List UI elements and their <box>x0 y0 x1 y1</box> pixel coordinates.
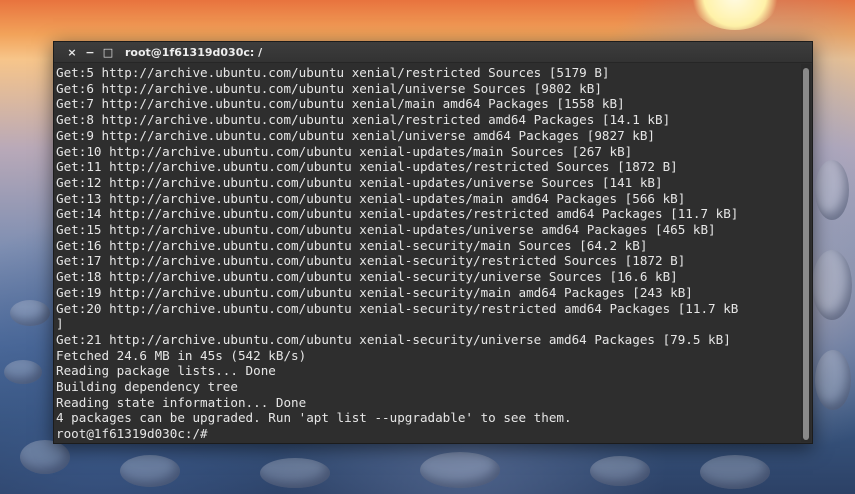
terminal-prompt[interactable]: root@1f61319d030c:/# <box>56 426 801 442</box>
terminal-line: Get:6 http://archive.ubuntu.com/ubuntu x… <box>56 80 602 96</box>
terminal-line: Get:8 http://archive.ubuntu.com/ubuntu x… <box>56 112 671 128</box>
terminal-line: Get:16 http://archive.ubuntu.com/ubuntu … <box>56 237 648 253</box>
terminal-line: Fetched 24.6 MB in 45s (542 kB/s) <box>56 347 307 363</box>
close-icon[interactable]: × <box>63 46 81 59</box>
terminal-line: Get:5 http://archive.ubuntu.com/ubuntu x… <box>56 65 610 80</box>
terminal-line: Get:10 http://archive.ubuntu.com/ubuntu … <box>56 143 633 159</box>
window-titlebar[interactable]: × − □ root@1f61319d030c: / <box>54 42 812 63</box>
terminal-line: Get:19 http://archive.ubuntu.com/ubuntu … <box>56 284 693 300</box>
terminal-line: Get:12 http://archive.ubuntu.com/ubuntu … <box>56 174 663 190</box>
maximize-icon[interactable]: □ <box>99 46 117 59</box>
terminal-line: Get:15 http://archive.ubuntu.com/ubuntu … <box>56 222 716 238</box>
wallpaper-pebble <box>420 452 500 488</box>
wallpaper-pebble <box>815 350 851 410</box>
scrollbar-thumb[interactable] <box>803 68 809 440</box>
wallpaper-pebble <box>260 458 330 488</box>
terminal-line: Get:21 http://archive.ubuntu.com/ubuntu … <box>56 331 731 347</box>
terminal-line: Get:9 http://archive.ubuntu.com/ubuntu x… <box>56 127 655 143</box>
wallpaper-pebble <box>20 440 70 474</box>
wallpaper-pebble <box>812 250 852 320</box>
terminal-line: Get:17 http://archive.ubuntu.com/ubuntu … <box>56 253 686 269</box>
window-title: root@1f61319d030c: / <box>125 45 263 59</box>
terminal-scrollbar[interactable] <box>801 64 811 442</box>
terminal-line: ] <box>56 316 64 332</box>
wallpaper-pebble <box>815 160 849 220</box>
terminal-line: Get:20 http://archive.ubuntu.com/ubuntu … <box>56 300 739 316</box>
terminal-line: Get:14 http://archive.ubuntu.com/ubuntu … <box>56 206 739 222</box>
terminal-line: Get:7 http://archive.ubuntu.com/ubuntu x… <box>56 96 625 112</box>
terminal-line: Get:13 http://archive.ubuntu.com/ubuntu … <box>56 190 686 206</box>
wallpaper-sun <box>690 0 780 30</box>
wallpaper-pebble <box>4 360 42 384</box>
terminal-line: Get:18 http://archive.ubuntu.com/ubuntu … <box>56 269 678 285</box>
terminal-line: Reading state information... Done <box>56 394 307 410</box>
terminal-line: Reading package lists... Done <box>56 363 276 379</box>
terminal-line: 4 packages can be upgraded. Run 'apt lis… <box>56 410 572 426</box>
wallpaper-pebble <box>700 455 770 489</box>
terminal-line: Building dependency tree <box>56 379 238 395</box>
terminal-line: Get:11 http://archive.ubuntu.com/ubuntu … <box>56 159 678 175</box>
wallpaper-pebble <box>590 456 650 486</box>
wallpaper-pebble <box>10 300 50 326</box>
terminal-output[interactable]: Get:5 http://archive.ubuntu.com/ubuntu x… <box>54 63 801 443</box>
terminal-window[interactable]: × − □ root@1f61319d030c: / Get:5 http://… <box>53 41 813 444</box>
wallpaper-pebble <box>120 455 180 487</box>
minimize-icon[interactable]: − <box>81 46 99 59</box>
